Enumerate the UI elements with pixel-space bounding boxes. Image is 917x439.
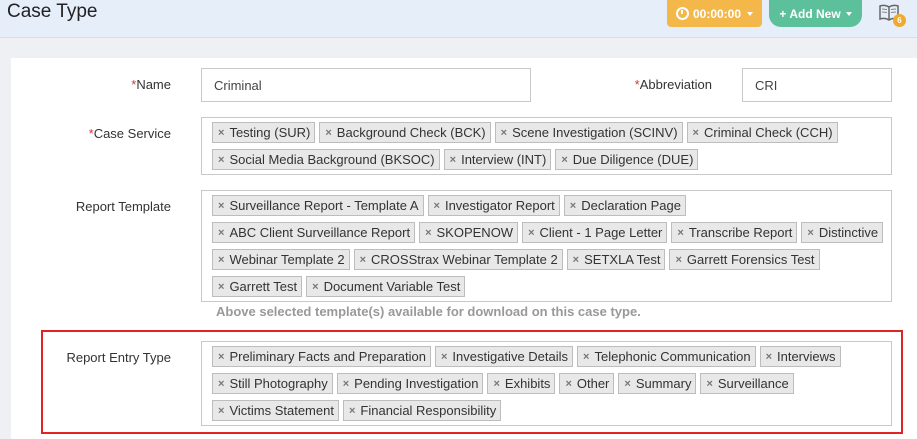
tag-label: Client - 1 Page Letter [539,225,663,240]
remove-tag-icon[interactable]: × [425,227,431,239]
name-label: *Name [131,77,171,92]
tag-label: CROSStrax Webinar Template 2 [371,252,558,267]
remove-tag-icon[interactable]: × [312,281,318,293]
case-service-select[interactable]: × Testing (SUR) × Background Check (BCK) × Sc… [201,117,892,175]
tag-label: Investigator Report [444,198,555,213]
tag-label: Scene Investigation (SCINV) [512,125,678,140]
selected-tag: × Social Media Background (BKSOC) [212,149,440,170]
remove-tag-icon[interactable]: × [218,154,224,166]
timer-button[interactable]: 00:00:00 [667,0,762,27]
selected-tag: × Garrett Test [212,276,303,297]
selected-tag: × Declaration Page [563,195,686,216]
remove-tag-icon[interactable]: × [218,281,224,293]
highlight-box [41,330,903,434]
remove-tag-icon[interactable]: × [218,127,224,139]
top-bar: Case Type 00:00:00 + Add New 6 [0,0,917,38]
remove-tag-icon[interactable]: × [360,254,366,266]
tag-label: Interview (INT) [461,152,547,167]
remove-tag-icon[interactable]: × [693,127,699,139]
tag-label: Webinar Template 2 [229,252,345,267]
template-help-text: Above selected template(s) available for… [216,304,641,319]
remove-tag-icon[interactable]: × [561,154,567,166]
tag-label: Surveillance Report - Template A [229,198,419,213]
tag-label: Criminal Check (CCH) [703,125,833,140]
tag-label: Background Check (BCK) [336,125,486,140]
selected-tag: × Background Check (BCK) [319,122,491,143]
selected-tag: × ABC Client Surveillance Report [212,222,416,243]
tag-label: SETXLA Test [584,252,661,267]
remove-tag-icon[interactable]: × [528,227,534,239]
tag-label: ABC Client Surveillance Report [229,225,411,240]
caret-down-icon [845,11,852,16]
selected-tag: × Transcribe Report [671,222,798,243]
remove-tag-icon[interactable]: × [501,127,507,139]
tag-label: Testing (SUR) [229,125,311,140]
remove-tag-icon[interactable]: × [218,254,224,266]
selected-tag: × Interview (INT) [443,149,552,170]
selected-tag: × Document Variable Test [306,276,466,297]
tag-label: Distinctive [818,225,879,240]
caret-down-icon [747,11,754,16]
plus-icon: + [779,6,787,21]
tag-label: Transcribe Report [688,225,793,240]
remove-tag-icon[interactable]: × [450,154,456,166]
notification-badge: 6 [893,14,906,27]
remove-tag-icon[interactable]: × [218,227,224,239]
selected-tag: × Testing (SUR) [212,122,316,143]
selected-tag: × Criminal Check (CCH) [686,122,838,143]
abbreviation-label: *Abbreviation [634,77,712,92]
add-new-button[interactable]: + Add New [769,0,862,27]
selected-tag: × Webinar Template 2 [212,249,350,270]
selected-tag: × Investigator Report [427,195,560,216]
timer-label: 00:00:00 [692,6,742,21]
tag-label: Declaration Page [581,198,681,213]
remove-tag-icon[interactable]: × [434,200,440,212]
clock-icon [675,7,689,20]
selected-tag: × Surveillance Report - Template A [212,195,424,216]
selected-tag: × Client - 1 Page Letter [522,222,668,243]
tag-label: Garrett Test [229,279,298,294]
remove-tag-icon[interactable]: × [570,200,576,212]
remove-tag-icon[interactable]: × [218,200,224,212]
remove-tag-icon[interactable]: × [807,227,813,239]
selected-tag: × Garrett Forensics Test [669,249,820,270]
selected-tag: × CROSStrax Webinar Template 2 [353,249,563,270]
abbreviation-field[interactable]: CRI [742,68,892,102]
page-title: Case Type [7,1,98,22]
selected-tag: × Due Diligence (DUE) [555,149,699,170]
tag-label: Document Variable Test [323,279,461,294]
selected-tag: × SETXLA Test [566,249,666,270]
selected-tag: × Scene Investigation (SCINV) [494,122,683,143]
remove-tag-icon[interactable]: × [573,254,579,266]
remove-tag-icon[interactable]: × [325,127,331,139]
report-template-select[interactable]: × Surveillance Report - Template A × Invest… [201,190,892,302]
selected-tag: × Distinctive [801,222,884,243]
report-template-label: Report Template [75,199,171,214]
remove-tag-icon[interactable]: × [675,254,681,266]
case-service-label: *Case Service [88,126,171,141]
name-field[interactable]: Criminal [201,68,531,102]
add-new-label: Add New [789,6,841,21]
remove-tag-icon[interactable]: × [677,227,683,239]
tag-label: Due Diligence (DUE) [572,152,694,167]
tag-label: Garrett Forensics Test [686,252,815,267]
selected-tag: × SKOPENOW [419,222,519,243]
tag-label: SKOPENOW [436,225,514,240]
tag-label: Social Media Background (BKSOC) [229,152,435,167]
